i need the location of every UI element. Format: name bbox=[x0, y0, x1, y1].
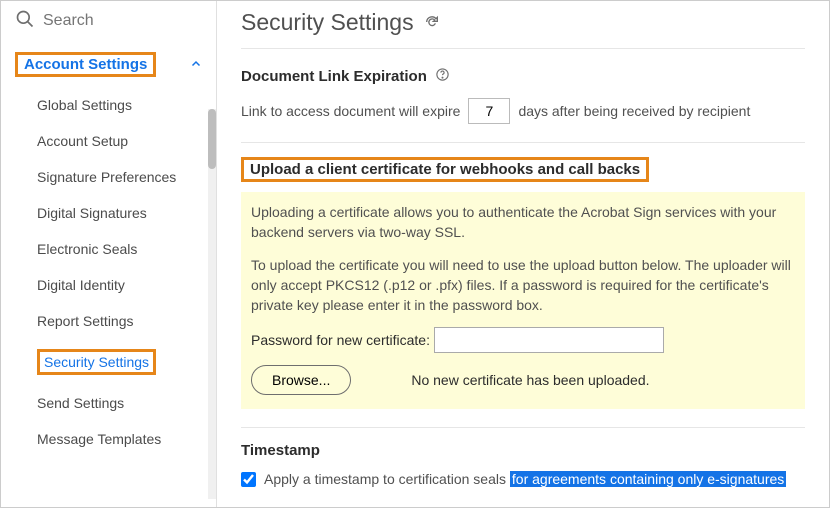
sidebar-item-electronic-seals[interactable]: Electronic Seals bbox=[27, 231, 210, 267]
section-heading: Timestamp bbox=[241, 442, 805, 459]
divider bbox=[241, 427, 805, 428]
expire-pre-text: Link to access document will expire bbox=[241, 103, 460, 119]
divider bbox=[241, 142, 805, 143]
sidebar-header-label: Account Settings bbox=[24, 56, 147, 73]
cert-desc-2: To upload the certificate you will need … bbox=[251, 255, 795, 316]
help-icon[interactable] bbox=[435, 67, 450, 86]
search-input[interactable] bbox=[43, 12, 202, 30]
browse-button[interactable]: Browse... bbox=[251, 365, 351, 395]
password-label: Password for new certificate: bbox=[251, 332, 430, 348]
certificate-panel: Uploading a certificate allows you to au… bbox=[241, 192, 805, 409]
sidebar-item-report-settings[interactable]: Report Settings bbox=[27, 303, 210, 339]
timestamp-label: Apply a timestamp to certification seals… bbox=[264, 471, 786, 487]
refresh-icon[interactable] bbox=[424, 9, 440, 36]
sidebar-item-send-settings[interactable]: Send Settings bbox=[27, 385, 210, 421]
search-box[interactable] bbox=[1, 1, 216, 42]
expire-days-input[interactable] bbox=[468, 98, 510, 124]
sidebar-header-account-settings[interactable]: Account Settings bbox=[7, 42, 210, 87]
sidebar-item-signature-preferences[interactable]: Signature Preferences bbox=[27, 159, 210, 195]
sidebar-item-message-templates[interactable]: Message Templates bbox=[27, 421, 210, 457]
sidebar-scrollbar[interactable] bbox=[208, 109, 216, 499]
cert-desc-1: Uploading a certificate allows you to au… bbox=[251, 202, 795, 243]
sidebar-item-global-settings[interactable]: Global Settings bbox=[27, 87, 210, 123]
timestamp-checkbox[interactable] bbox=[241, 472, 256, 487]
section-heading: Upload a client certificate for webhooks… bbox=[241, 157, 649, 182]
section-heading: Document Link Expiration bbox=[241, 68, 427, 85]
sidebar-item-security-settings[interactable]: Security Settings bbox=[27, 339, 210, 385]
sidebar-item-digital-signatures[interactable]: Digital Signatures bbox=[27, 195, 210, 231]
certificate-status: No new certificate has been uploaded. bbox=[411, 372, 649, 388]
sidebar-item-digital-identity[interactable]: Digital Identity bbox=[27, 267, 210, 303]
section-upload-certificate: Upload a client certificate for webhooks… bbox=[241, 157, 805, 409]
section-timestamp: Timestamp Apply a timestamp to certifica… bbox=[241, 442, 805, 487]
main-content: Security Settings Document Link Expirati… bbox=[217, 1, 829, 507]
certificate-password-input[interactable] bbox=[434, 327, 664, 353]
page-title: Security Settings bbox=[241, 9, 805, 49]
sidebar-items: Global Settings Account Setup Signature … bbox=[7, 87, 210, 457]
sidebar: Account Settings Global Settings Account… bbox=[1, 1, 217, 507]
sidebar-item-account-setup[interactable]: Account Setup bbox=[27, 123, 210, 159]
section-document-link-expiration: Document Link Expiration Link to access … bbox=[241, 67, 805, 124]
search-icon bbox=[15, 9, 35, 32]
chevron-up-icon bbox=[190, 57, 202, 73]
expire-post-text: days after being received by recipient bbox=[518, 103, 750, 119]
